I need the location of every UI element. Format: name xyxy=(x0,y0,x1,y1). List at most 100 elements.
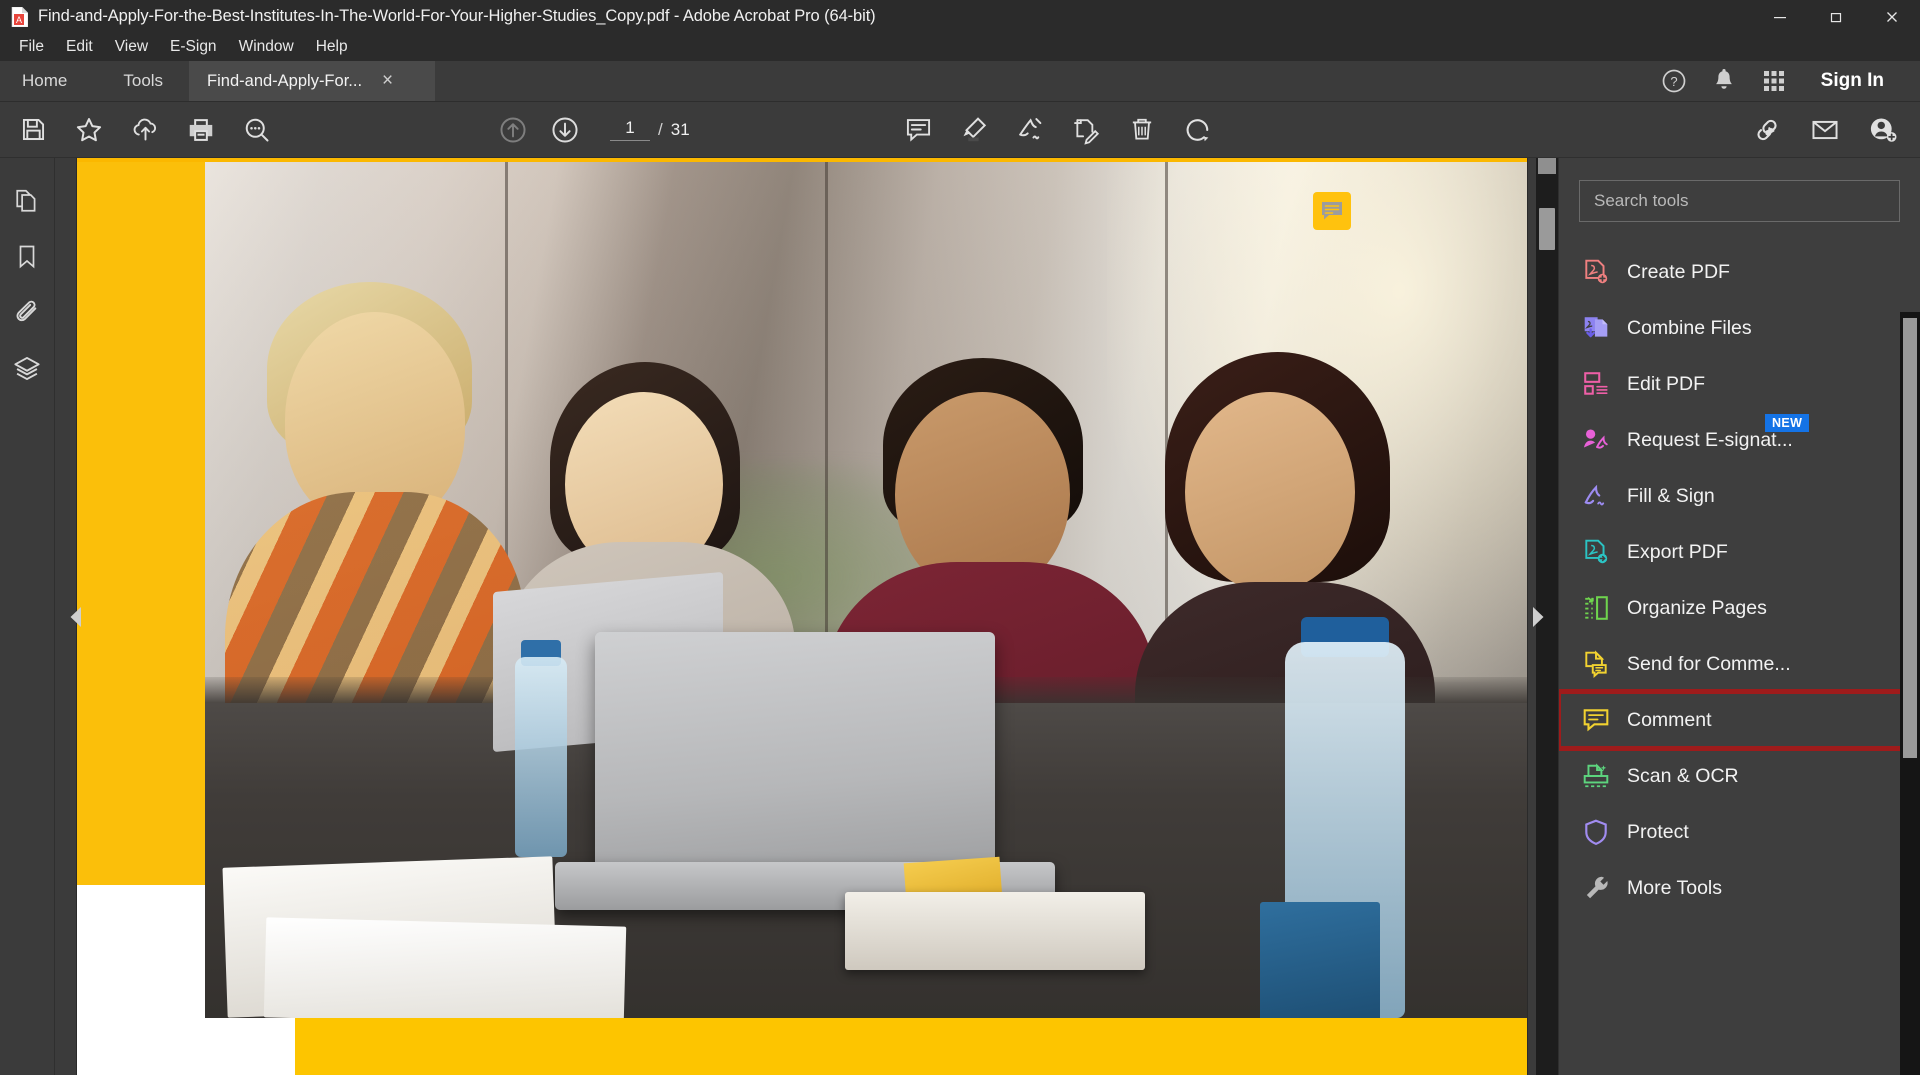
menu-bar: File Edit View E-Sign Window Help xyxy=(0,33,1920,61)
scan-ocr-icon xyxy=(1581,761,1611,791)
help-icon[interactable]: ? xyxy=(1649,61,1699,102)
body-area: Create PDF Combine Files xyxy=(0,158,1920,1075)
create-pdf-icon xyxy=(1581,257,1611,287)
scrollbar-up-button[interactable] xyxy=(1538,158,1556,174)
pdf-file-icon: A xyxy=(6,7,32,27)
tool-item-combine-files[interactable]: Combine Files xyxy=(1559,300,1920,356)
email-icon[interactable] xyxy=(1802,108,1848,152)
page-accent-bottom xyxy=(295,1018,1527,1075)
left-navigation-rail xyxy=(0,158,55,1075)
page-photograph xyxy=(205,162,1527,1018)
page-indicator: / 31 xyxy=(610,118,690,141)
window-controls xyxy=(1752,0,1920,33)
laptop-primary xyxy=(595,632,995,882)
main-toolbar: / 31 xyxy=(0,102,1920,158)
blue-object xyxy=(1260,902,1380,1018)
tool-item-scan-and-ocr[interactable]: Scan & OCR xyxy=(1559,748,1920,804)
menu-view[interactable]: View xyxy=(104,35,159,59)
share-link-icon[interactable] xyxy=(1744,108,1790,152)
tool-item-protect[interactable]: Protect xyxy=(1559,804,1920,860)
tab-tools[interactable]: Tools xyxy=(97,61,189,101)
sign-icon[interactable] xyxy=(1007,108,1053,152)
tool-label: Fill & Sign xyxy=(1627,485,1715,508)
menu-file[interactable]: File xyxy=(8,35,55,59)
document-viewer xyxy=(55,158,1558,1075)
menu-help[interactable]: Help xyxy=(305,35,359,59)
attachment-icon[interactable] xyxy=(6,292,48,334)
send-for-comments-icon xyxy=(1581,649,1611,679)
page-accent-left xyxy=(77,162,205,885)
chevron-right-icon[interactable] xyxy=(1527,604,1549,630)
print-icon[interactable] xyxy=(178,108,224,152)
minimize-button[interactable] xyxy=(1752,0,1808,33)
comment-icon[interactable] xyxy=(895,108,941,152)
window-pane xyxy=(1165,162,1168,682)
edit-pdf-icon xyxy=(1581,369,1611,399)
delete-icon[interactable] xyxy=(1119,108,1165,152)
menu-esign[interactable]: E-Sign xyxy=(159,35,228,59)
page-thumbnails-icon[interactable] xyxy=(6,180,48,222)
tools-panel: Create PDF Combine Files xyxy=(1558,158,1920,1075)
previous-page-icon[interactable] xyxy=(490,108,536,152)
tool-item-comment[interactable]: Comment xyxy=(1559,692,1920,748)
tool-item-edit-pdf[interactable]: Edit PDF xyxy=(1559,356,1920,412)
water-bottle xyxy=(515,657,567,857)
tool-item-create-pdf[interactable]: Create PDF xyxy=(1559,244,1920,300)
star-icon[interactable] xyxy=(66,108,112,152)
comment-icon xyxy=(1581,705,1611,735)
scrollbar-thumb[interactable] xyxy=(1539,208,1555,250)
tool-item-send-for-comments[interactable]: Send for Comme... xyxy=(1559,636,1920,692)
tool-item-more-tools[interactable]: More Tools xyxy=(1559,860,1920,916)
bell-icon[interactable] xyxy=(1699,61,1749,102)
chevron-left-icon[interactable] xyxy=(65,604,87,630)
rotate-icon[interactable] xyxy=(1175,108,1221,152)
tool-label: Scan & OCR xyxy=(1627,765,1739,788)
toolbar-left-group xyxy=(0,108,280,152)
tool-item-fill-and-sign[interactable]: Fill & Sign xyxy=(1559,468,1920,524)
tab-bar-actions: ? Sign In xyxy=(1649,61,1920,101)
papers xyxy=(264,917,626,1018)
tool-item-request-esignature[interactable]: Request E-signat... NEW xyxy=(1559,412,1920,468)
window-pane xyxy=(825,162,828,682)
tool-item-export-pdf[interactable]: Export PDF xyxy=(1559,524,1920,580)
export-pdf-icon xyxy=(1581,537,1611,567)
search-tools-input[interactable] xyxy=(1579,180,1900,222)
sign-in-button[interactable]: Sign In xyxy=(1799,70,1902,92)
tab-document-label: Find-and-Apply-For... xyxy=(207,72,362,91)
menu-edit[interactable]: Edit xyxy=(55,35,104,59)
svg-text:A: A xyxy=(16,15,22,25)
tab-close-icon[interactable]: × xyxy=(376,70,399,92)
bookmark-icon[interactable] xyxy=(6,236,48,278)
save-icon[interactable] xyxy=(10,108,56,152)
search-icon[interactable] xyxy=(234,108,280,152)
add-person-icon[interactable] xyxy=(1860,108,1906,152)
books xyxy=(845,892,1145,970)
fill-sign-icon[interactable] xyxy=(1063,108,1109,152)
highlight-icon[interactable] xyxy=(951,108,997,152)
pdf-page xyxy=(77,158,1527,1075)
layers-icon[interactable] xyxy=(6,348,48,390)
tools-panel-scrollbar[interactable] xyxy=(1900,312,1920,1075)
protect-shield-icon xyxy=(1581,817,1611,847)
tool-label: Export PDF xyxy=(1627,541,1728,564)
toolbar-annotation-group xyxy=(895,108,1221,152)
person-face xyxy=(1185,392,1355,592)
scrollbar-thumb[interactable] xyxy=(1903,318,1917,758)
request-esign-icon xyxy=(1581,425,1611,455)
close-button[interactable] xyxy=(1864,0,1920,33)
cloud-upload-icon[interactable] xyxy=(122,108,168,152)
current-page-input[interactable] xyxy=(610,118,650,141)
tab-home[interactable]: Home xyxy=(0,61,97,101)
tool-item-organize-pages[interactable]: Organize Pages xyxy=(1559,580,1920,636)
page-separator: / xyxy=(658,120,663,140)
tool-label: Send for Comme... xyxy=(1627,653,1791,676)
menu-window[interactable]: Window xyxy=(228,35,305,59)
app-grid-icon[interactable] xyxy=(1749,61,1799,102)
tab-document[interactable]: Find-and-Apply-For... × xyxy=(189,61,435,101)
maximize-button[interactable] xyxy=(1808,0,1864,33)
sticky-note-comment-icon[interactable] xyxy=(1313,192,1351,230)
tool-label: Organize Pages xyxy=(1627,597,1767,620)
search-tools-wrapper xyxy=(1559,158,1920,232)
next-page-icon[interactable] xyxy=(542,108,588,152)
tool-label: Protect xyxy=(1627,821,1689,844)
